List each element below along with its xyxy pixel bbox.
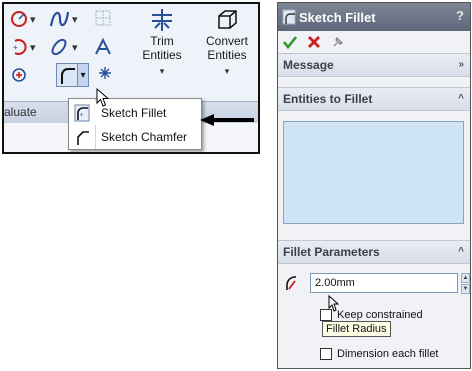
- menu-label-sketch-fillet: Sketch Fillet: [101, 106, 167, 120]
- sketch-fillet-property-manager: Sketch Fillet ? Message » Entities to Fi…: [277, 2, 471, 369]
- grid-icon: [95, 10, 111, 26]
- collapse-chevron-icon[interactable]: ^: [458, 246, 464, 257]
- dimension-each-row[interactable]: Dimension each fillet: [320, 348, 439, 360]
- ellipse-tool-button[interactable]: ▾: [48, 37, 78, 57]
- group-entities-title: Entities to Fillet: [283, 92, 373, 106]
- mouse-cursor-icon: [328, 295, 340, 312]
- sketch-fillet-icon: +: [74, 104, 90, 122]
- callout-arrow-icon: [200, 114, 254, 126]
- convert-entities-button[interactable]: Convert Entities ▾: [198, 8, 256, 78]
- group-message-header[interactable]: Message »: [278, 53, 470, 77]
- fillet-dropdown-arrow[interactable]: ▾: [78, 63, 89, 87]
- check-icon[interactable]: [283, 35, 297, 49]
- convert-label-1: Convert: [205, 34, 249, 48]
- collapse-chevron-icon[interactable]: ^: [458, 93, 464, 104]
- keep-constrained-label: Keep constrained: [337, 309, 423, 321]
- entities-selection-list[interactable]: [283, 121, 464, 224]
- arc-tool-button[interactable]: + ▾: [10, 38, 36, 56]
- sketch-fillet-icon: [282, 9, 296, 25]
- group-message-title: Message: [283, 58, 334, 72]
- pm-action-buttons: [278, 31, 470, 53]
- sketch-ribbon-crop: ▾ ▾ + ▾ ▾ ▾ Trim Entities ▾ Convert Enti…: [2, 2, 260, 154]
- fillet-icon: [61, 68, 75, 84]
- sketch-chamfer-icon: [77, 131, 89, 145]
- fillet-split-button[interactable]: ▾: [56, 63, 89, 87]
- x-icon[interactable]: [307, 35, 321, 49]
- trim-label-1: Trim: [150, 34, 174, 48]
- circle-dropdown-arrow[interactable]: ▾: [30, 13, 36, 26]
- help-icon[interactable]: ?: [456, 8, 464, 23]
- spline-tool-button[interactable]: ▾: [48, 8, 78, 30]
- convert-entities-icon: [218, 10, 237, 29]
- spin-down-icon[interactable]: ▼: [461, 284, 470, 294]
- trim-entities-icon: [152, 9, 172, 31]
- spline-icon: [49, 11, 70, 27]
- point-icon: [12, 68, 26, 82]
- group-params-title: Fillet Parameters: [283, 245, 380, 259]
- pm-title: Sketch Fillet: [299, 9, 376, 25]
- star-tool-button[interactable]: [98, 66, 112, 80]
- group-entities-header[interactable]: Entities to Fillet ^: [278, 87, 470, 111]
- text-tool-button[interactable]: [94, 38, 112, 56]
- fillet-radius-icon: [286, 276, 297, 290]
- fillet-radius-input[interactable]: [310, 273, 459, 293]
- fillet-parameters-body: ▲ ▼: [278, 264, 470, 296]
- group-fillet-parameters-header[interactable]: Fillet Parameters ^: [278, 240, 470, 264]
- menu-item-sketch-fillet[interactable]: + Sketch Fillet: [69, 101, 201, 125]
- pushpin-icon[interactable]: [331, 35, 345, 49]
- circle-icon: [11, 11, 27, 27]
- arc-dropdown-arrow[interactable]: ▾: [30, 41, 36, 54]
- radius-spinner[interactable]: ▲ ▼: [461, 273, 470, 294]
- svg-text:+: +: [80, 112, 84, 119]
- convert-label-2: Entities: [207, 48, 247, 62]
- ellipse-icon: [51, 38, 67, 56]
- arc-icon: +: [13, 39, 27, 55]
- sketch-text-icon: [95, 38, 111, 55]
- asterisk-icon: [99, 67, 111, 79]
- tab-evaluate[interactable]: aluate: [4, 105, 37, 119]
- mouse-cursor-icon: [96, 88, 110, 107]
- grid-tool-button[interactable]: [94, 9, 112, 27]
- svg-text:+: +: [13, 43, 18, 52]
- point-tool-button[interactable]: [10, 66, 28, 84]
- convert-dropdown-arrow[interactable]: ▾: [198, 64, 256, 78]
- spline-dropdown-arrow[interactable]: ▾: [72, 13, 78, 26]
- fillet-radius-tooltip: Fillet Radius: [322, 321, 391, 337]
- dimension-each-checkbox[interactable]: [320, 348, 332, 360]
- dimension-each-label: Dimension each fillet: [337, 348, 439, 360]
- trim-label-2: Entities: [142, 48, 182, 62]
- trim-dropdown-arrow[interactable]: ▾: [140, 64, 184, 78]
- menu-item-sketch-chamfer[interactable]: Sketch Chamfer: [69, 125, 201, 149]
- expand-chevron-icon[interactable]: »: [458, 59, 464, 70]
- menu-label-sketch-chamfer: Sketch Chamfer: [101, 130, 188, 144]
- fillet-dropdown-menu: + Sketch Fillet Sketch Chamfer: [68, 98, 202, 150]
- pm-title-bar: Sketch Fillet ?: [278, 3, 470, 31]
- spin-up-icon[interactable]: ▲: [461, 273, 470, 283]
- circle-tool-button[interactable]: ▾: [10, 10, 36, 28]
- trim-entities-button[interactable]: Trim Entities ▾: [140, 8, 184, 78]
- ellipse-dropdown-arrow[interactable]: ▾: [72, 41, 78, 54]
